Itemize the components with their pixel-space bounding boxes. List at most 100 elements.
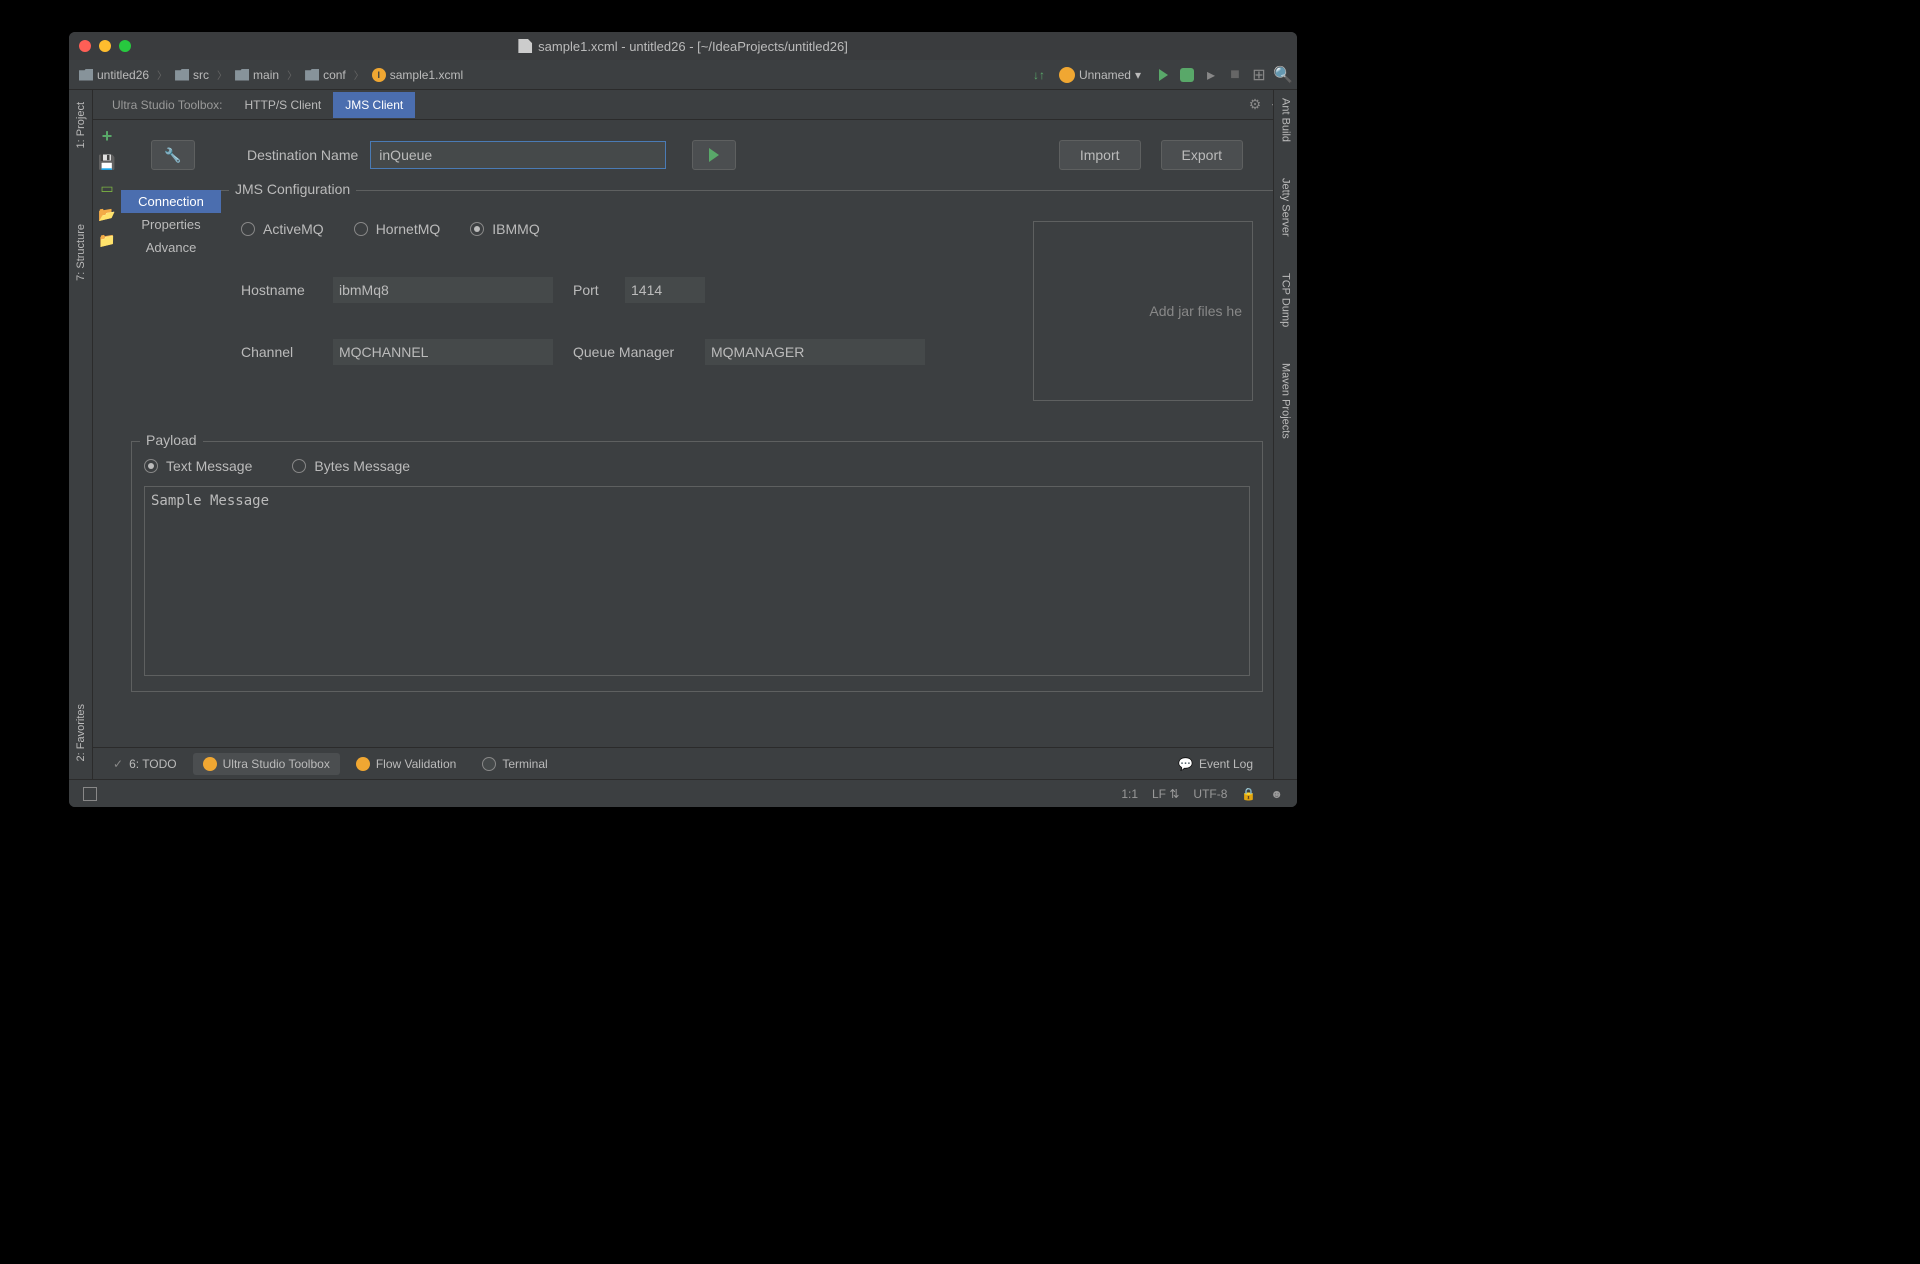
radio-icon xyxy=(470,222,484,236)
tab-jms-client[interactable]: JMS Client xyxy=(333,92,415,118)
bb-ultra-studio-toolbox[interactable]: Ultra Studio Toolbox xyxy=(193,753,340,775)
destination-input[interactable] xyxy=(370,141,666,169)
chevron-right-icon: 〉 xyxy=(157,67,167,82)
radio-activemq[interactable]: ActiveMQ xyxy=(241,221,324,237)
folder-icon xyxy=(305,69,319,81)
radio-ibmmq[interactable]: IBMMQ xyxy=(470,221,539,237)
folder-open-icon[interactable]: 📂 xyxy=(98,206,116,222)
sidebar-project[interactable]: 1: Project xyxy=(73,94,89,156)
jar-panel[interactable]: Add jar files he xyxy=(1033,221,1253,401)
bb-flow-validation[interactable]: Flow Validation xyxy=(346,753,466,775)
window-title: sample1.xcml - untitled26 - [~/IdeaProje… xyxy=(518,39,848,54)
tab-https-client[interactable]: HTTP/S Client xyxy=(233,92,334,118)
layout-button[interactable]: ⊞ xyxy=(1251,67,1267,83)
queue-manager-input[interactable] xyxy=(705,339,925,365)
save-icon[interactable]: 💾 xyxy=(98,154,116,170)
jms-fieldset-label: JMS Configuration xyxy=(229,181,356,197)
breadcrumb-item[interactable]: conf xyxy=(301,66,350,84)
traffic-lights xyxy=(69,40,131,52)
jms-body: ActiveMQ HornetMQ IBMMQ Hostname Port xyxy=(221,191,1273,421)
breadcrumb-item[interactable]: Isample1.xcml xyxy=(368,66,467,84)
right-tool-rail: Ant Build Jetty Server TCP Dump Maven Pr… xyxy=(1273,90,1297,779)
config-icon xyxy=(1059,67,1075,83)
radio-hornetmq[interactable]: HornetMQ xyxy=(354,221,441,237)
encoding[interactable]: UTF-8 xyxy=(1193,787,1227,801)
export-button[interactable]: Export xyxy=(1161,140,1243,170)
run-config-selector[interactable]: Unnamed ▾ xyxy=(1053,65,1147,85)
payload-textarea[interactable] xyxy=(144,486,1250,676)
add-icon[interactable]: + xyxy=(98,128,116,144)
import-button[interactable]: Import xyxy=(1059,140,1141,170)
breadcrumb-item[interactable]: src xyxy=(171,66,213,84)
payload-section: Payload Text Message Bytes Message xyxy=(121,441,1273,692)
coverage-button[interactable]: ▸ xyxy=(1203,67,1219,83)
bubble-icon: 💬 xyxy=(1178,757,1193,771)
sync-icon[interactable]: ↓↑ xyxy=(1033,68,1045,82)
play-icon xyxy=(1159,69,1168,81)
search-button[interactable]: 🔍 xyxy=(1275,67,1291,83)
close-window-button[interactable] xyxy=(79,40,91,52)
lock-icon[interactable]: 🔒 xyxy=(1241,787,1256,801)
radio-text-message[interactable]: Text Message xyxy=(144,458,252,474)
sidebar-favorites[interactable]: 2: Favorites xyxy=(73,696,89,769)
play-icon xyxy=(709,148,719,162)
sidebar-structure[interactable]: 7: Structure xyxy=(73,216,89,289)
chevron-right-icon: 〉 xyxy=(287,67,297,82)
configure-button[interactable]: 🔧 xyxy=(151,140,195,170)
maximize-window-button[interactable] xyxy=(119,40,131,52)
navbar: untitled26 〉 src 〉 main 〉 conf 〉 Isample… xyxy=(69,60,1297,90)
hostname-input[interactable] xyxy=(333,277,553,303)
hector-icon[interactable]: ☻ xyxy=(1270,787,1283,801)
channel-label: Channel xyxy=(241,344,321,360)
breadcrumb-item[interactable]: untitled26 xyxy=(75,66,153,84)
breadcrumb-item[interactable]: main xyxy=(231,66,283,84)
xml-file-icon: I xyxy=(372,68,386,82)
toolbox-bar: Ultra Studio Toolbox: HTTP/S Client JMS … xyxy=(69,90,1297,120)
bb-event-log[interactable]: 💬Event Log xyxy=(1168,753,1263,775)
tab-connection[interactable]: Connection xyxy=(121,190,221,213)
radio-icon xyxy=(144,459,158,473)
radio-icon xyxy=(241,222,255,236)
jms-left: ActiveMQ HornetMQ IBMMQ Hostname Port xyxy=(241,221,1013,401)
chevron-right-icon: 〉 xyxy=(217,67,227,82)
window-title-text: sample1.xcml - untitled26 - [~/IdeaProje… xyxy=(538,39,848,54)
top-controls: 🔧 Destination Name Import Export xyxy=(121,120,1273,190)
bb-todo[interactable]: ✓6: TODO xyxy=(103,753,187,775)
sidebar-maven-projects[interactable]: Maven Projects xyxy=(1278,355,1294,447)
tool-window-icon[interactable] xyxy=(83,787,97,801)
payload-fieldset: Payload Text Message Bytes Message xyxy=(131,441,1263,692)
nav-right: ↓↑ Unnamed ▾ ▸ ■ ⊞ 🔍 xyxy=(1033,65,1291,85)
sidebar-jetty-server[interactable]: Jetty Server xyxy=(1278,170,1294,245)
layout-icon[interactable]: ▭ xyxy=(98,180,116,196)
channel-input[interactable] xyxy=(333,339,553,365)
toolbox-label: Ultra Studio Toolbox: xyxy=(102,98,233,112)
run-button[interactable] xyxy=(1155,67,1171,83)
line-ending[interactable]: LF ⇅ xyxy=(1152,787,1179,801)
queue-manager-label: Queue Manager xyxy=(573,344,693,360)
minimize-window-button[interactable] xyxy=(99,40,111,52)
sidebar-tcp-dump[interactable]: TCP Dump xyxy=(1278,265,1294,335)
folder-icon xyxy=(175,69,189,81)
bb-terminal[interactable]: Terminal xyxy=(472,753,557,775)
payload-radios: Text Message Bytes Message xyxy=(144,458,1250,474)
field-row-2: Channel Queue Manager xyxy=(241,339,1013,365)
port-input[interactable] xyxy=(625,277,705,303)
tab-advance[interactable]: Advance xyxy=(121,236,221,259)
debug-button[interactable] xyxy=(1179,67,1195,83)
radio-bytes-message[interactable]: Bytes Message xyxy=(292,458,410,474)
config-section: Connection Properties Advance JMS Config… xyxy=(121,190,1273,421)
left-tool-rail: 1: Project 7: Structure 2: Favorites xyxy=(69,90,93,779)
flow-icon xyxy=(356,757,370,771)
gear-icon[interactable]: ⚙ xyxy=(1249,96,1262,113)
cursor-position[interactable]: 1:1 xyxy=(1121,787,1138,801)
wrench-icon: 🔧 xyxy=(164,147,181,164)
port-label: Port xyxy=(573,282,613,298)
provider-radios: ActiveMQ HornetMQ IBMMQ xyxy=(241,221,1013,237)
stop-button[interactable]: ■ xyxy=(1227,67,1243,83)
tab-properties[interactable]: Properties xyxy=(121,213,221,236)
breadcrumb: untitled26 〉 src 〉 main 〉 conf 〉 Isample… xyxy=(75,66,467,84)
sidebar-ant-build[interactable]: Ant Build xyxy=(1278,90,1294,150)
send-button[interactable] xyxy=(692,140,736,170)
toolbox-icon xyxy=(203,757,217,771)
folder-icon[interactable]: 📁 xyxy=(98,232,116,248)
